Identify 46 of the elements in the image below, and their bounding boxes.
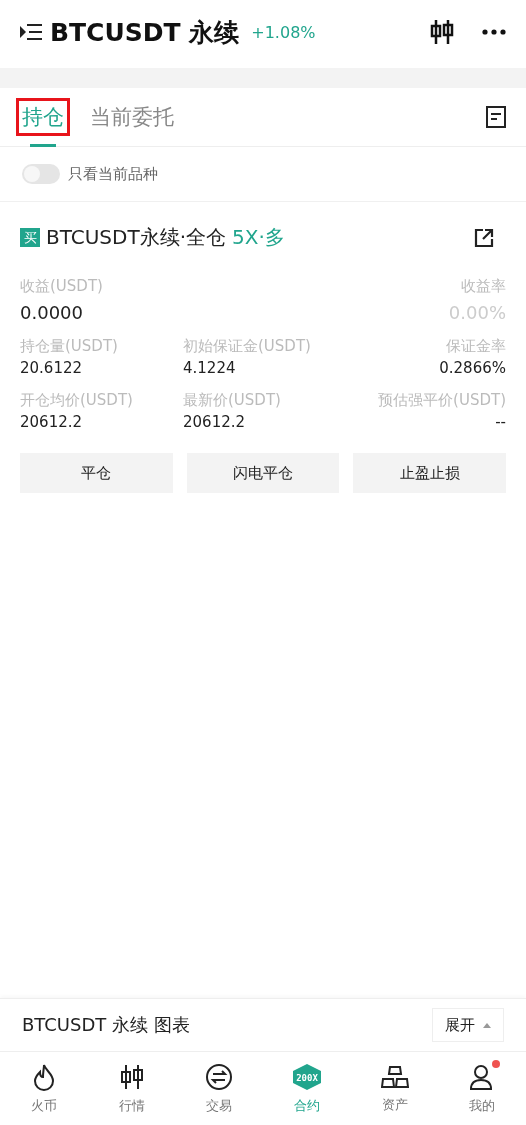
- nav-item[interactable]: 行情: [87, 1052, 176, 1125]
- more-icon[interactable]: [482, 29, 506, 35]
- field-value: --: [495, 413, 506, 431]
- filter-label: 只看当前品种: [68, 164, 158, 184]
- price-change: +1.08%: [251, 22, 316, 42]
- action-button[interactable]: 止盈止损: [353, 453, 506, 493]
- field-label: 持仓量(USDT): [20, 337, 118, 356]
- field-label: 保证金率: [446, 337, 506, 356]
- field-label: 收益(USDT): [20, 277, 103, 296]
- nav-item[interactable]: 我的: [438, 1052, 526, 1125]
- action-button[interactable]: 闪电平仓: [186, 453, 340, 493]
- tab[interactable]: 持仓: [16, 98, 70, 136]
- buy-tag: 买: [20, 228, 40, 247]
- field-label: 预估强平价(USDT): [378, 391, 506, 410]
- chart-title: BTCUSDT 永续 图表: [22, 1013, 190, 1037]
- field-value: 20612.2: [20, 413, 83, 431]
- candlestick-icon[interactable]: [430, 19, 454, 45]
- field-label: 初始保证金(USDT): [183, 337, 311, 356]
- expand-button[interactable]: 展开: [432, 1008, 504, 1042]
- field-value: 0.0000: [20, 302, 83, 323]
- field-value: 20612.2: [183, 413, 246, 431]
- candlestick-icon: [118, 1062, 145, 1091]
- leverage-label: 5X·多: [232, 224, 285, 251]
- nav-item[interactable]: 200X 合约: [263, 1052, 351, 1125]
- field-value: 20.6122: [20, 359, 83, 377]
- contract-badge-icon: 200X: [291, 1062, 322, 1091]
- action-button[interactable]: 平仓: [20, 453, 173, 493]
- nav-item[interactable]: 火币: [0, 1052, 88, 1125]
- field-label: 最新价(USDT): [183, 391, 281, 410]
- swap-icon: [205, 1062, 234, 1091]
- nav-item[interactable]: 资产: [350, 1052, 439, 1125]
- toggle-switch[interactable]: [22, 164, 60, 184]
- page-title: BTCUSDT 永续: [50, 16, 240, 49]
- tab-indicator: [30, 144, 56, 147]
- document-icon[interactable]: [486, 106, 506, 128]
- share-icon[interactable]: [474, 227, 494, 248]
- stacked-blocks-icon: [380, 1063, 409, 1090]
- caret-icon: [483, 1022, 491, 1028]
- position-name: BTCUSDT永续·全仓: [46, 224, 227, 251]
- field-label: 收益率: [461, 277, 506, 296]
- menu-icon[interactable]: [20, 23, 42, 41]
- tab[interactable]: 当前委托: [84, 98, 180, 136]
- field-value: 0.2866%: [439, 359, 506, 377]
- field-label: 开仓均价(USDT): [20, 391, 133, 410]
- nav-item[interactable]: 交易: [175, 1052, 263, 1125]
- field-value: 4.1224: [183, 359, 236, 377]
